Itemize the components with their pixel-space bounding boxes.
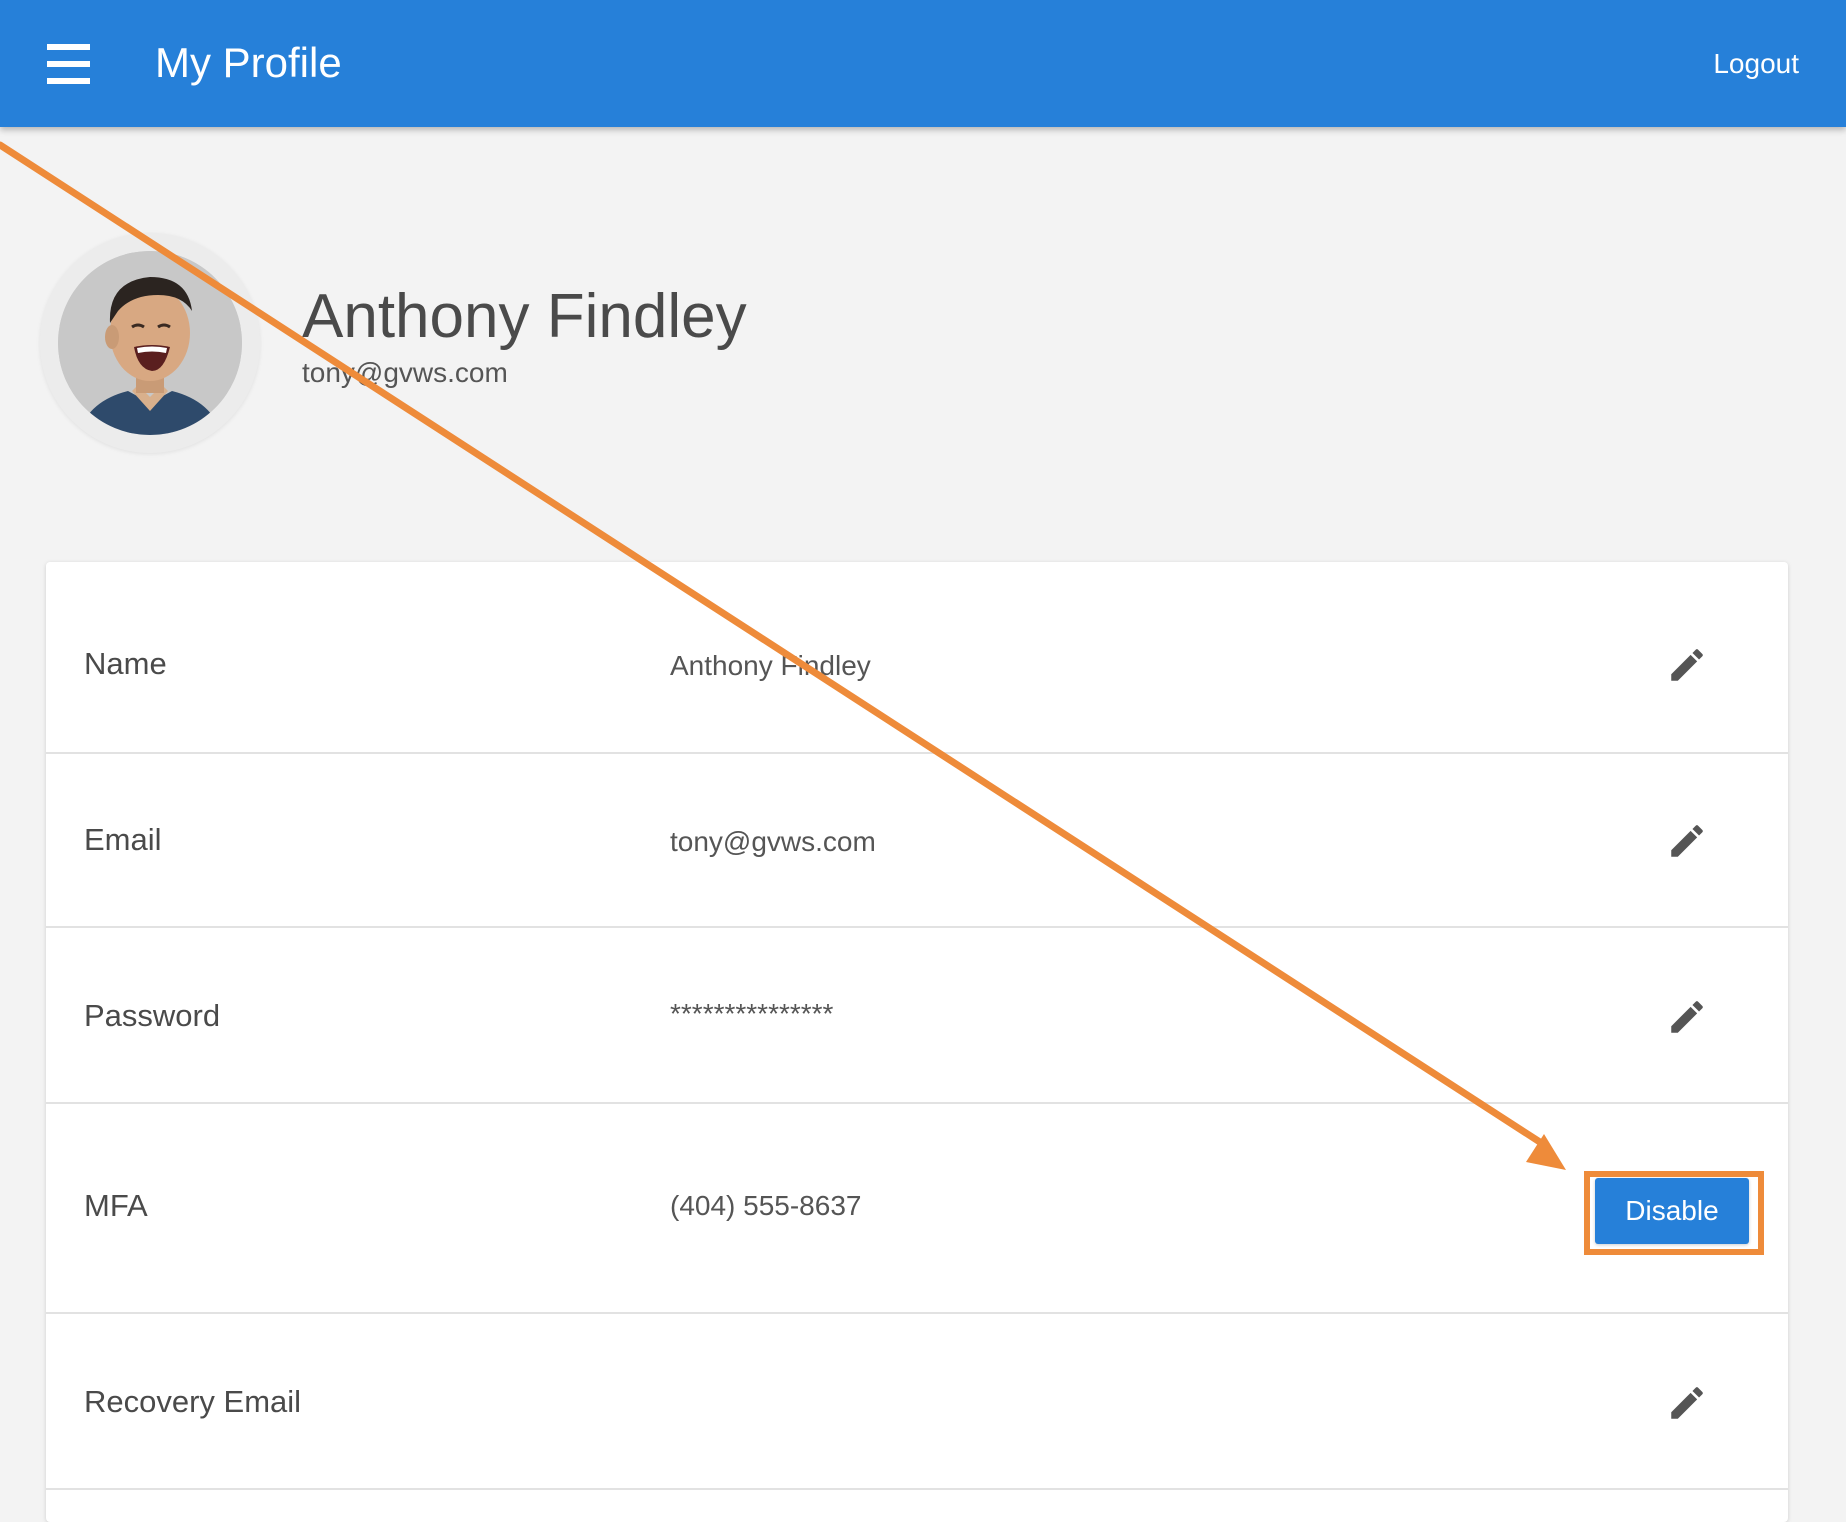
row-value: Anthony Findley [670, 650, 871, 681]
avatar-frame [40, 233, 260, 453]
profile-name: Anthony Findley [302, 282, 747, 351]
password-row: Password *************** [46, 928, 1788, 1104]
row-value: (404) 555-8637 [670, 1190, 862, 1221]
hamburger-menu-icon[interactable] [47, 44, 90, 84]
profile-details-card: Name Anthony Findley Email tony@gvws.com… [46, 562, 1788, 1522]
pencil-icon[interactable] [1666, 820, 1708, 862]
avatar [58, 251, 242, 435]
recovery-email-row: Recovery Email [46, 1314, 1788, 1490]
row-label: Recovery Email [84, 1384, 302, 1419]
mfa-row: MFA (404) 555-8637 Disable [46, 1104, 1788, 1314]
pencil-icon[interactable] [1666, 1382, 1708, 1424]
app-bar: My Profile Logout [0, 0, 1846, 127]
row-label: Name [84, 646, 167, 681]
pencil-icon[interactable] [1666, 996, 1708, 1038]
profile-email: tony@gvws.com [302, 357, 508, 388]
app-title: My Profile [155, 39, 342, 86]
pencil-icon[interactable] [1666, 644, 1708, 686]
name-row: Name Anthony Findley [46, 562, 1788, 754]
next-row [46, 1490, 1788, 1522]
row-label: MFA [84, 1188, 148, 1223]
email-row: Email tony@gvws.com [46, 752, 1788, 928]
mfa-disable-button[interactable]: Disable [1595, 1178, 1749, 1244]
logout-button[interactable]: Logout [1713, 46, 1799, 82]
row-value: *************** [670, 998, 834, 1029]
row-value: tony@gvws.com [670, 826, 876, 857]
row-label: Password [84, 998, 221, 1033]
row-label: Email [84, 822, 162, 857]
